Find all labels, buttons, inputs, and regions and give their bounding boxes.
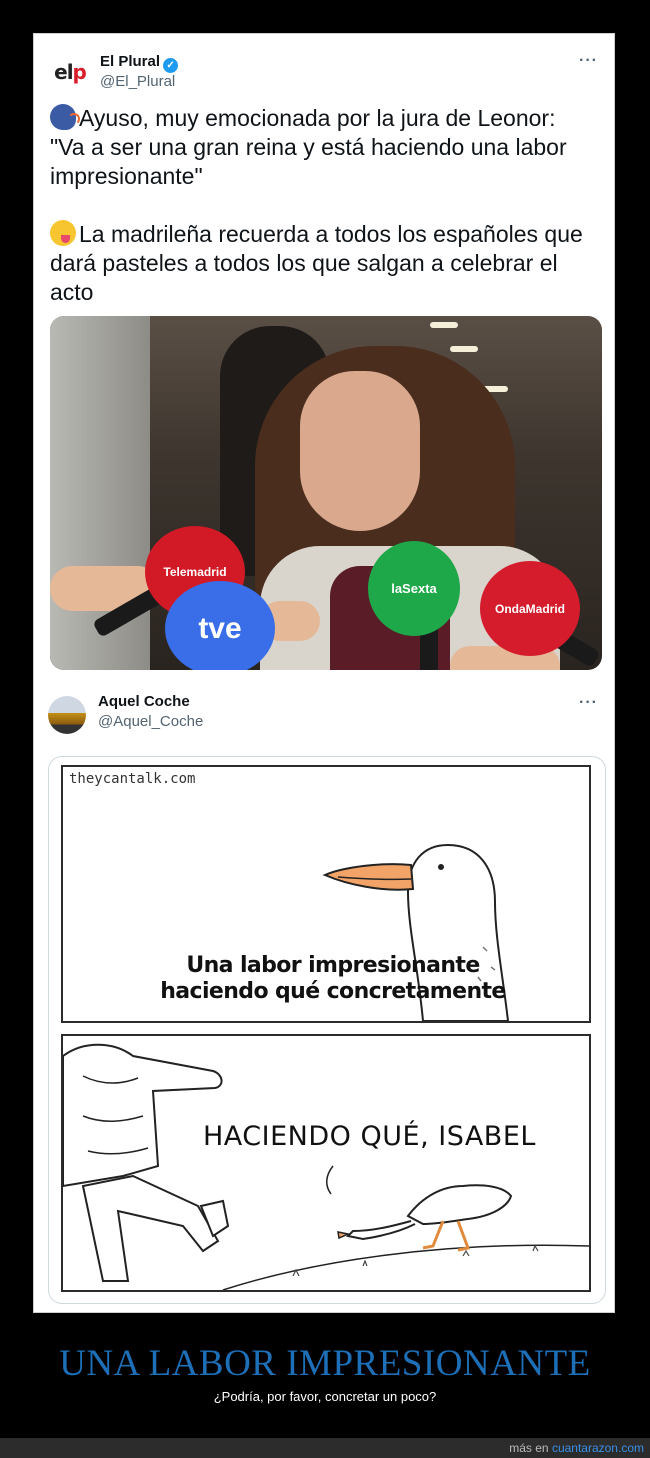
comic-panel-1: theycantalk.com Una labor impresionante … — [61, 765, 591, 1023]
tweet1-body: Ayuso, muy emocionada por la jura de Leo… — [50, 104, 600, 307]
post-subtitle: ¿Podría, por favor, concretar un poco? — [213, 1389, 437, 1404]
avatar-logo-text-accent: p — [72, 60, 87, 84]
comic-caption-1-line-2: haciendo qué concretamente — [160, 979, 506, 1004]
tweet1-line-3: La madrileña recuerda a todos los españo… — [50, 221, 583, 305]
tweet2-handle[interactable]: @Aquel_Coche — [98, 713, 203, 730]
onda-madrid-mic: OndaMadrid — [480, 561, 580, 656]
comic-credit: theycantalk.com — [69, 771, 196, 787]
bottom-bar: más en cuantarazon.com — [0, 1438, 650, 1458]
tweet2-display-name[interactable]: Aquel Coche — [98, 693, 190, 710]
tweet1-name-text: El Plural — [100, 53, 161, 70]
running-man-and-goose-drawing — [63, 1043, 589, 1290]
post-title[interactable]: UNA LABOR IMPRESIONANTE — [0, 1342, 650, 1385]
tve-mic: tve — [165, 581, 275, 670]
ceiling-light — [450, 346, 478, 352]
comic-caption-1: Una labor impresionante haciendo qué con… — [123, 953, 543, 1005]
tweet1-line-2: "Va a ser una gran reina y está haciendo… — [50, 134, 567, 189]
tweet2-more-icon[interactable]: ··· — [579, 694, 598, 712]
comic-caption-2: HACIENDO QUÉ, ISABEL — [203, 1121, 536, 1152]
tweet1-display-name[interactable]: El Plural ✓ — [100, 53, 179, 73]
tweet1-paragraph-2: La madrileña recuerda a todos los españo… — [50, 220, 600, 307]
yum-face-icon — [50, 220, 76, 246]
aquel-coche-avatar[interactable] — [48, 696, 86, 734]
tweet1-line-1: Ayuso, muy emocionada por la jura de Leo… — [79, 105, 556, 131]
site-credit: más en cuantarazon.com — [509, 1441, 644, 1455]
site-link[interactable]: cuantarazon.com — [552, 1441, 644, 1455]
tweet2-comic-image[interactable]: theycantalk.com Una labor impresionante … — [48, 756, 606, 1304]
avatar-logo-text: el — [54, 60, 73, 84]
tweet1-handle[interactable]: @El_Plural — [100, 73, 175, 90]
ceiling-light — [430, 322, 458, 328]
site-credit-prefix: más en — [509, 1441, 549, 1455]
speaking-head-icon — [50, 104, 80, 130]
woman-face — [300, 371, 420, 531]
el-plural-avatar[interactable]: el p — [50, 52, 90, 92]
verified-badge-icon: ✓ — [163, 58, 179, 73]
tweet1-photo[interactable]: Telemadrid tve laSexta OndaMadrid — [50, 316, 602, 670]
post-frame: el p El Plural ✓ @El_Plural ··· Ayuso, muy… — [33, 33, 615, 1313]
lasexta-mic: laSexta — [368, 541, 460, 636]
tweet1-more-icon[interactable]: ··· — [579, 52, 598, 70]
comic-caption-1-line-1: Una labor impresionante — [186, 953, 480, 978]
tweet1-paragraph-1: Ayuso, muy emocionada por la jura de Leo… — [50, 104, 600, 191]
comic-panel-2: HACIENDO QUÉ, ISABEL — [61, 1034, 591, 1292]
